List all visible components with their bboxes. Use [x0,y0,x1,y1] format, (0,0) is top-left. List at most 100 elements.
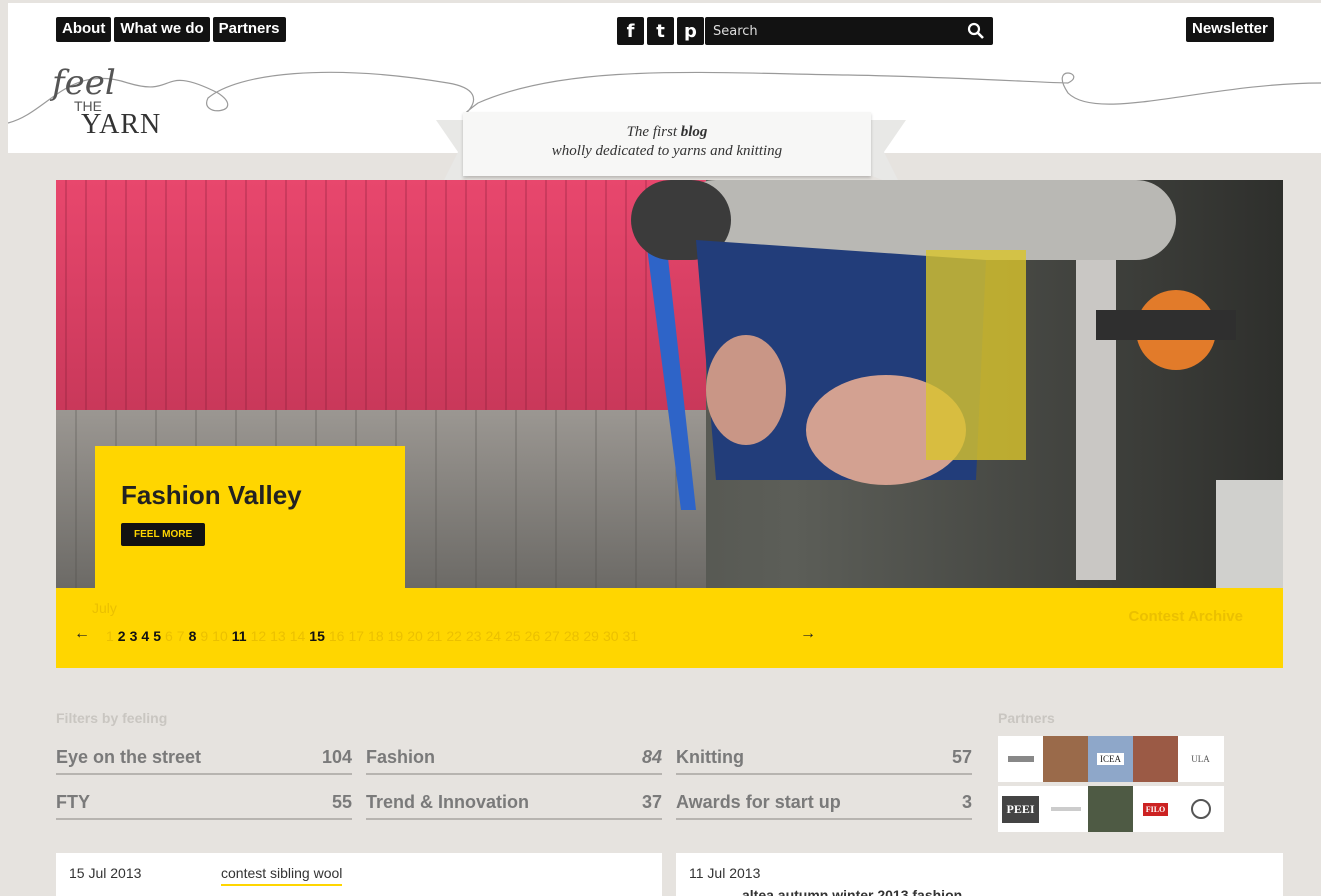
calendar-day: 13 [270,628,286,644]
calendar-day[interactable]: 15 [309,628,325,644]
calendar-day: 9 [200,628,209,644]
calendar-day[interactable]: 3 [130,628,138,644]
post-card[interactable]: 15 Jul 2013 contest sibling wool [56,853,662,896]
facebook-icon[interactable]: f [617,17,644,45]
post-title[interactable]: altea autumn winter 2013 fashion [742,887,962,896]
calendar-day: 25 [505,628,521,644]
partner-row: ICEA ULA [998,736,1224,782]
calendar-bar: July ← 1 2 3 4 5 6 7 8 9 10 11 12 13 14 15 16 17 18 19 20 21… [56,588,1283,668]
calendar-day: 19 [387,628,404,644]
hero-slider[interactable]: Fashion Valley FEEL MORE July ← 12345678… [56,180,1283,668]
hero-feature-card: Fashion Valley FEEL MORE [95,446,405,588]
partner-logo[interactable] [1043,786,1088,832]
filter-fashion[interactable]: Fashion 84 [366,741,662,775]
calendar-day: 27 [544,628,560,644]
nav-partners[interactable]: Partners [212,17,286,42]
calendar-day: 20 [407,628,423,644]
partner-logo-text: ICEA [1097,753,1124,765]
filter-eye-on-the-street[interactable]: Eye on the street 104 [56,741,352,775]
calendar-day: 14 [289,628,306,644]
partner-logo-text: PEEI [1002,795,1039,823]
partner-logo[interactable] [1088,786,1133,832]
calendar-day: 1 [106,628,114,644]
twitter-icon[interactable]: t [647,17,674,45]
calendar-day: 6 [164,628,173,644]
calendar-month: July [92,600,117,616]
calendar-day: 24 [485,628,502,644]
post-card[interactable]: 11 Jul 2013 altea autumn winter 2013 fas… [676,853,1283,896]
filter-label: Awards for start up [676,791,841,812]
partner-logo[interactable]: PEEI [998,786,1043,832]
filter-count: 37 [641,791,662,812]
tagline-ribbon: The first blog wholly dedicated to yarns… [463,112,871,176]
post-date: 11 Jul 2013 [689,865,761,881]
filter-label: FTY [56,791,90,812]
filter-count: 57 [951,746,972,767]
calendar-day[interactable]: 11 [232,628,247,644]
nav-about[interactable]: About [56,17,112,42]
filter-label: Knitting [676,746,744,767]
partner-logo[interactable] [1178,786,1223,832]
search-icon[interactable] [967,22,985,45]
calendar-days: 1 2 3 4 5 6 7 8 9 10 11 12 13 14 15 16 17 18 19 20 21 22 23 24 2… [106,628,638,644]
calendar-day: 28 [563,628,580,644]
nav-what-we-do[interactable]: What we do [114,17,210,42]
partner-logo[interactable] [998,736,1043,782]
calendar-day: 31 [622,628,639,644]
calendar-day[interactable]: 2 [118,628,126,644]
calendar-day: 21 [426,628,443,644]
calendar-prev-arrow-icon[interactable]: ← [74,625,90,643]
calendar-day: 26 [524,628,541,644]
filter-trend-innovation[interactable]: Trend & Innovation 37 [366,786,662,820]
calendar-day: 29 [583,628,599,644]
calendar-day: 18 [368,628,384,644]
partner-logo[interactable] [1043,736,1088,782]
filter-label: Trend & Innovation [366,791,530,812]
calendar-day: 16 [328,628,345,644]
calendar-day[interactable]: 4 [141,628,149,644]
calendar-day: 17 [348,628,365,644]
feel-more-button[interactable]: FEEL MORE [121,523,206,546]
partner-logo[interactable]: ULA [1178,736,1223,782]
search-box [705,17,993,45]
filter-count: 104 [321,746,352,767]
filters-title: Filters by feeling [56,710,168,726]
logo-yarn-text: YARN [81,109,162,140]
calendar-day[interactable]: 8 [189,628,197,644]
tagline-line2: wholly dedicated to yarns and knitting [551,143,783,159]
filter-count: 3 [961,791,972,812]
site-logo[interactable]: feel THE YARN [8,53,208,148]
hero-title[interactable]: Fashion Valley [121,480,302,511]
filter-fty[interactable]: FTY 55 [56,786,352,820]
partner-logo[interactable]: FILO [1133,786,1178,832]
social-links: f t p [617,17,704,45]
calendar-day: 22 [446,628,462,644]
logo-feel-text: feel [52,63,116,103]
calendar-day[interactable]: 5 [153,628,161,644]
post-tag[interactable]: contest sibling wool [221,865,343,886]
filter-awards-for-start-up[interactable]: Awards for start up 3 [676,786,972,820]
partner-row: PEEI FILO [998,786,1224,832]
partner-logos: ICEA ULA PEEI FILO [998,736,1224,836]
calendar-day: 30 [602,628,619,644]
top-nav: About What we do Partners [56,17,286,42]
calendar-day: 7 [176,628,185,644]
filter-count: 55 [331,791,352,812]
calendar-next-arrow-icon[interactable]: → [800,625,816,643]
calendar-day: 10 [212,628,228,644]
filter-knitting[interactable]: Knitting 57 [676,741,972,775]
pinterest-icon[interactable]: p [677,17,704,45]
calendar-day: 12 [250,628,267,644]
partners-title: Partners [998,710,1055,726]
partner-logo[interactable]: ICEA [1088,736,1133,782]
post-date: 15 Jul 2013 [69,865,142,881]
newsletter-button[interactable]: Newsletter [1186,17,1274,42]
filter-count: 84 [641,746,662,767]
contest-archive-link[interactable]: Contest Archive [1129,608,1243,625]
calendar-day: 23 [465,628,482,644]
partner-logo[interactable] [1133,736,1178,782]
partner-logo-text: ULA [1191,754,1210,764]
filter-label: Fashion [366,746,436,767]
search-input[interactable] [705,17,945,45]
tagline-line1: The first blog [626,124,708,140]
